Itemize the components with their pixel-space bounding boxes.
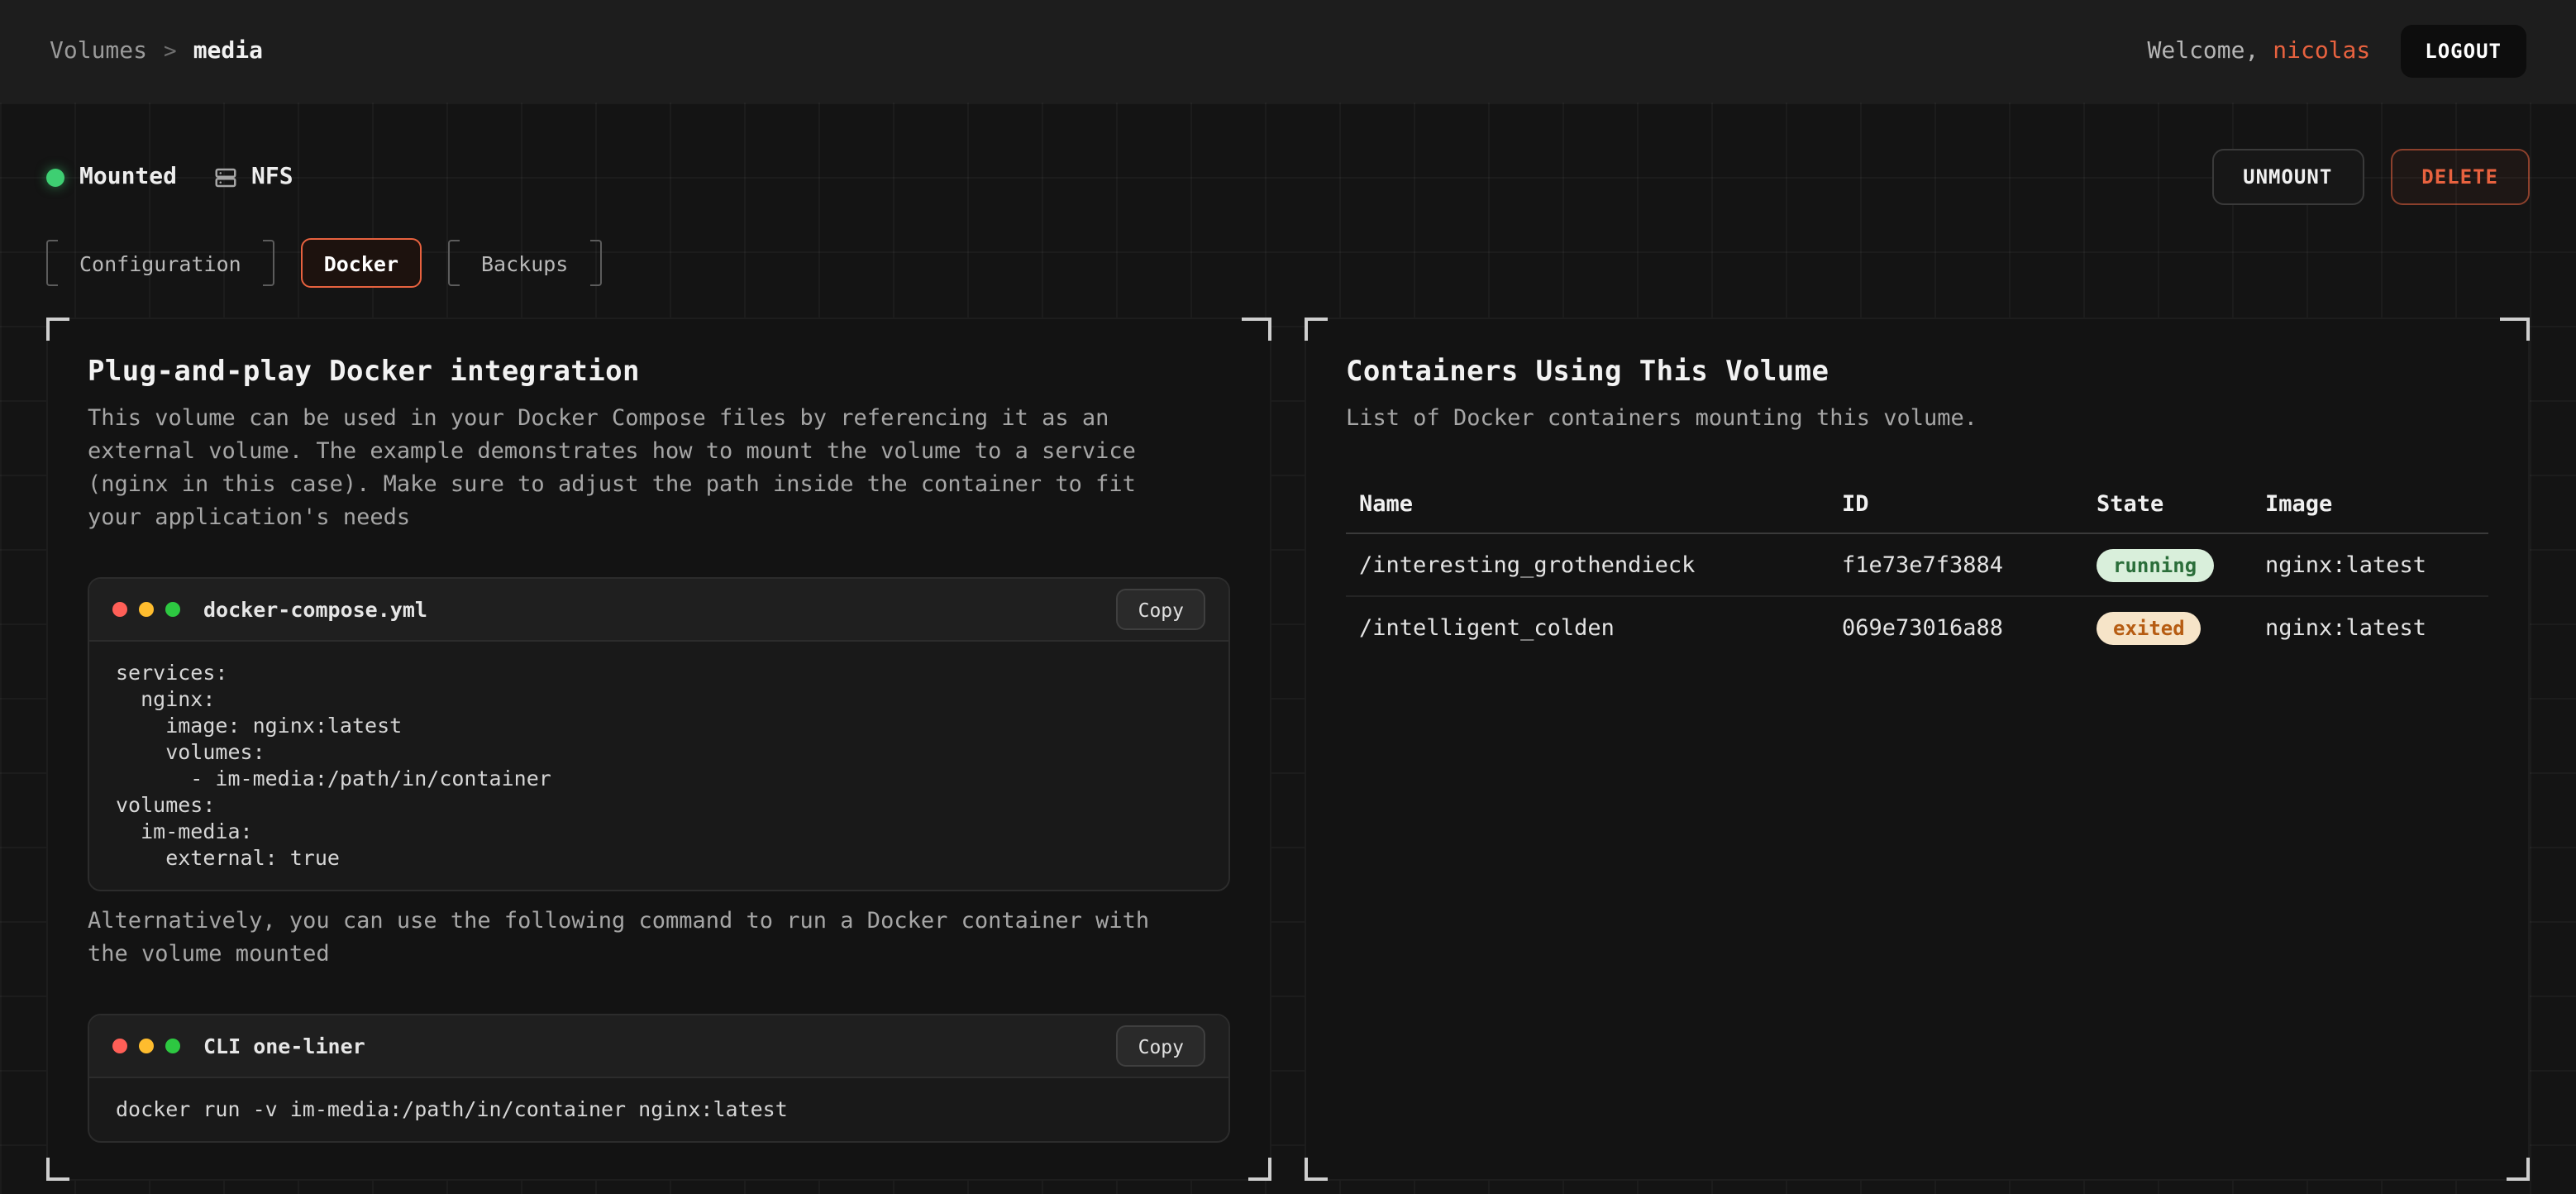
status-actions: UNMOUNT DELETE <box>2211 149 2530 205</box>
cli-code-card: CLI one-liner Copy docker run -v im-medi… <box>88 1014 1230 1143</box>
traffic-lights-icon <box>112 1039 180 1053</box>
header-image: Image <box>2265 490 2475 517</box>
bracket-left-icon <box>448 240 460 286</box>
tabs: Configuration Docker Backups <box>46 238 2530 288</box>
nfs-server-icon <box>213 165 238 189</box>
breadcrumb: Volumes > media <box>50 38 263 64</box>
app: Volumes > media Welcome, nicolas LOGOUT … <box>0 0 2576 1194</box>
mounted-status-dot <box>46 168 64 186</box>
traffic-green-icon <box>165 602 180 617</box>
breadcrumb-current: media <box>193 38 263 64</box>
corner-bracket-icon <box>2500 318 2530 341</box>
cli-filename: CLI one-liner <box>203 1034 365 1058</box>
containers-table-header: Name ID State Image <box>1346 475 2488 534</box>
tab-label: Backups <box>460 251 589 275</box>
driver-group: NFS <box>213 164 293 190</box>
docker-panel: Plug-and-play Docker integration This vo… <box>46 318 1271 1181</box>
docker-panel-description: This volume can be used in your Docker C… <box>88 402 1195 534</box>
corner-bracket-icon <box>46 318 69 341</box>
username: nicolas <box>2273 38 2370 64</box>
container-id: f1e73e7f3884 <box>1842 552 2097 578</box>
header-id: ID <box>1842 490 2097 517</box>
tab-label: Docker <box>303 251 420 275</box>
containers-table-body: /interesting_grothendieckf1e73e7f3884run… <box>1346 534 2488 660</box>
bracket-right-icon <box>589 240 601 286</box>
top-bar: Volumes > media Welcome, nicolas LOGOUT <box>0 0 2576 103</box>
welcome-text: Welcome, nicolas <box>2148 38 2371 64</box>
welcome-label: Welcome, <box>2148 38 2259 64</box>
traffic-yellow-icon <box>139 1039 154 1053</box>
header-name: Name <box>1359 490 1842 517</box>
containers-panel-title: Containers Using This Volume <box>1346 356 2488 389</box>
cli-code: docker run -v im-media:/path/in/containe… <box>89 1078 1228 1141</box>
cli-copy-button[interactable]: Copy <box>1117 1025 1205 1067</box>
traffic-lights-icon <box>112 602 180 617</box>
logout-button[interactable]: LOGOUT <box>2400 25 2526 78</box>
corner-bracket-icon <box>2507 1158 2530 1181</box>
status-bar: Mounted NFS UNMOUNT DELETE <box>46 103 2530 205</box>
compose-filename: docker-compose.yml <box>203 597 427 622</box>
state-badge: running <box>2097 548 2213 581</box>
corner-bracket-icon <box>1242 318 1271 341</box>
compose-card-header: docker-compose.yml Copy <box>89 579 1228 642</box>
container-image: nginx:latest <box>2265 552 2475 578</box>
tab-label: Configuration <box>58 251 263 275</box>
container-name: /interesting_grothendieck <box>1359 552 1842 578</box>
traffic-red-icon <box>112 1039 127 1053</box>
docker-panel-title: Plug-and-play Docker integration <box>88 356 1230 389</box>
corner-bracket-icon <box>1305 318 1328 341</box>
bracket-right-icon <box>263 240 274 286</box>
container-id: 069e73016a88 <box>1842 615 2097 642</box>
corner-bracket-icon <box>1248 1158 1271 1181</box>
state-badge: exited <box>2097 612 2202 645</box>
breadcrumb-separator-icon: > <box>164 39 177 64</box>
containers-panel-subtitle: List of Docker containers mounting this … <box>1346 402 2454 435</box>
traffic-yellow-icon <box>139 602 154 617</box>
corner-bracket-icon <box>46 1158 69 1181</box>
cli-card-header: CLI one-liner Copy <box>89 1015 1228 1078</box>
mounted-label: Mounted <box>79 164 177 190</box>
container-name: /intelligent_colden <box>1359 615 1842 642</box>
unmount-button[interactable]: UNMOUNT <box>2211 149 2364 205</box>
container-state-cell: exited <box>2097 612 2265 645</box>
status-left: Mounted NFS <box>46 164 293 190</box>
corner-bracket-icon <box>1305 1158 1328 1181</box>
compose-code: services: nginx: image: nginx:latest vol… <box>89 642 1228 890</box>
container-image: nginx:latest <box>2265 615 2475 642</box>
table-row: /interesting_grothendieckf1e73e7f3884run… <box>1346 534 2488 597</box>
top-bar-right: Welcome, nicolas LOGOUT <box>2148 25 2527 78</box>
driver-label: NFS <box>251 164 293 190</box>
traffic-red-icon <box>112 602 127 617</box>
breadcrumb-volumes[interactable]: Volumes <box>50 38 147 64</box>
cli-intro-text: Alternatively, you can use the following… <box>88 905 1195 971</box>
container-state-cell: running <box>2097 548 2265 581</box>
header-state: State <box>2097 490 2265 517</box>
tab-docker[interactable]: Docker <box>301 238 422 288</box>
bracket-left-icon <box>46 240 58 286</box>
traffic-green-icon <box>165 1039 180 1053</box>
table-row: /intelligent_colden069e73016a88exited ngi… <box>1346 597 2488 660</box>
compose-code-card: docker-compose.yml Copy services: nginx:… <box>88 577 1230 891</box>
panels: Plug-and-play Docker integration This vo… <box>46 318 2530 1181</box>
main-area: Mounted NFS UNMOUNT DELETE Configuration… <box>0 103 2576 1194</box>
compose-copy-button[interactable]: Copy <box>1117 589 1205 630</box>
tab-configuration[interactable]: Configuration <box>46 238 274 288</box>
containers-table: Name ID State Image /interesting_grothen… <box>1346 475 2488 660</box>
delete-button[interactable]: DELETE <box>2390 149 2530 205</box>
containers-panel: Containers Using This Volume List of Doc… <box>1305 318 2530 1181</box>
tab-backups[interactable]: Backups <box>448 238 601 288</box>
